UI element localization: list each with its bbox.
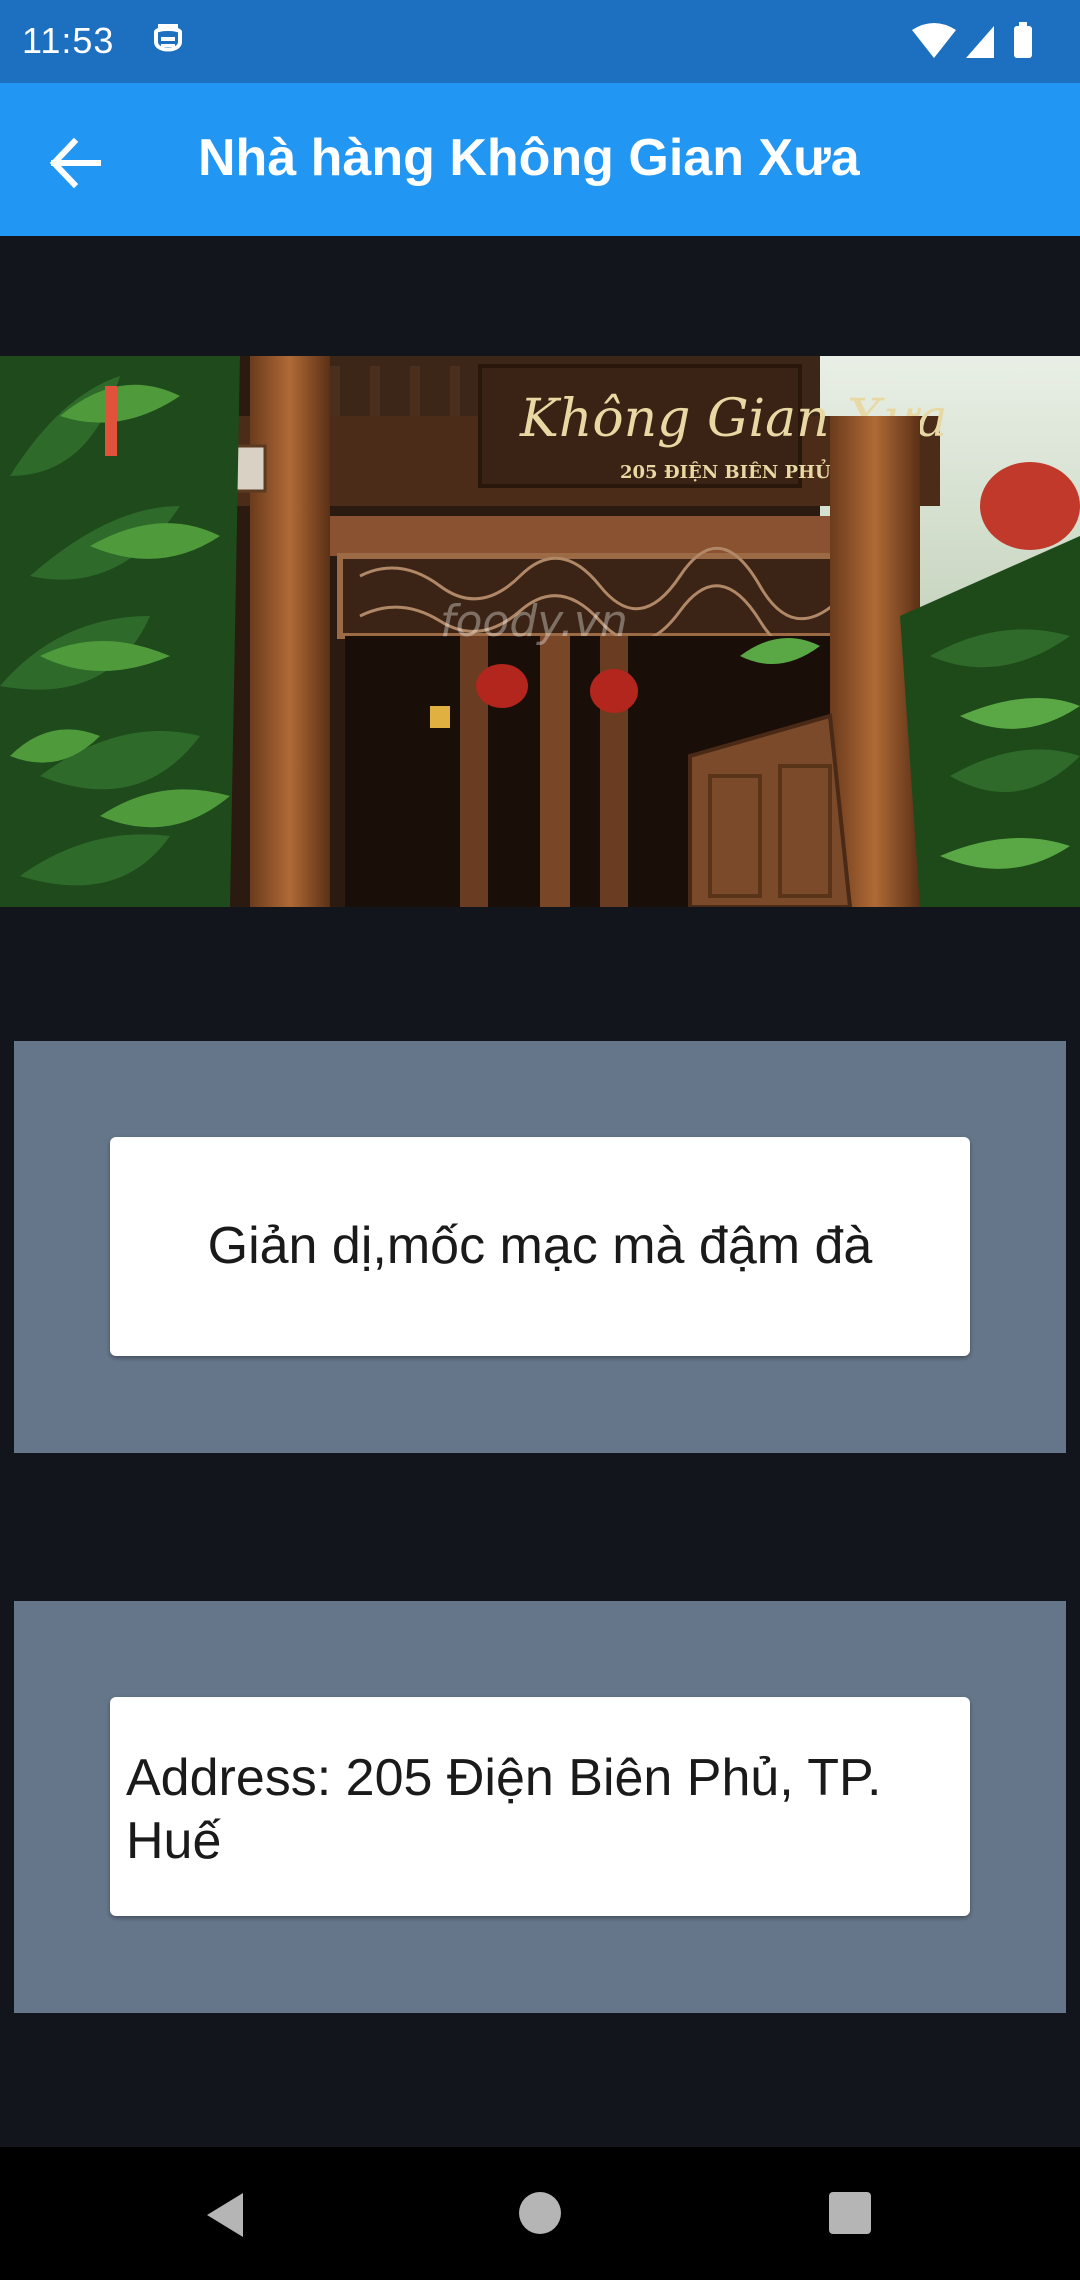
address-card: Address: 205 Điện Biên Phủ, TP. Huế: [110, 1697, 970, 1916]
svg-text:foody.vn: foody.vn: [440, 596, 628, 647]
battery-icon: [1014, 26, 1032, 58]
status-bar: 11:53: [0, 0, 1080, 83]
restaurant-entrance-image: Không Gian Xưa 205 ĐIỆN BIÊN PHỦ foody.v…: [0, 356, 1080, 907]
page-title: Nhà hàng Không Gian Xưa: [198, 129, 860, 187]
cell-signal-icon: [966, 26, 994, 58]
app-bar: Nhà hàng Không Gian Xưa: [0, 83, 1080, 236]
address-panel: Address: 205 Điện Biên Phủ, TP. Huế: [14, 1601, 1066, 2013]
nav-home-icon[interactable]: [519, 2192, 561, 2234]
status-time: 11:53: [22, 20, 115, 61]
tagline-panel: Giản dị,mốc mạc mà đậm đà: [14, 1041, 1066, 1453]
nav-recents-icon[interactable]: [829, 2192, 871, 2234]
wifi-icon: [912, 23, 956, 58]
notification-icon: [154, 24, 182, 52]
status-icons: [912, 22, 1032, 58]
tagline-text: Giản dị,mốc mạc mà đậm đà: [207, 1216, 873, 1275]
nav-back-icon[interactable]: [203, 2191, 247, 2239]
tagline-card: Giản dị,mốc mạc mà đậm đà: [110, 1137, 970, 1356]
arrow-back-icon[interactable]: [40, 128, 110, 198]
restaurant-photo: Không Gian Xưa 205 ĐIỆN BIÊN PHỦ foody.v…: [0, 356, 1080, 907]
address-text: Address: 205 Điện Biên Phủ, TP. Huế: [126, 1749, 882, 1871]
system-nav-bar: [0, 2147, 1080, 2280]
